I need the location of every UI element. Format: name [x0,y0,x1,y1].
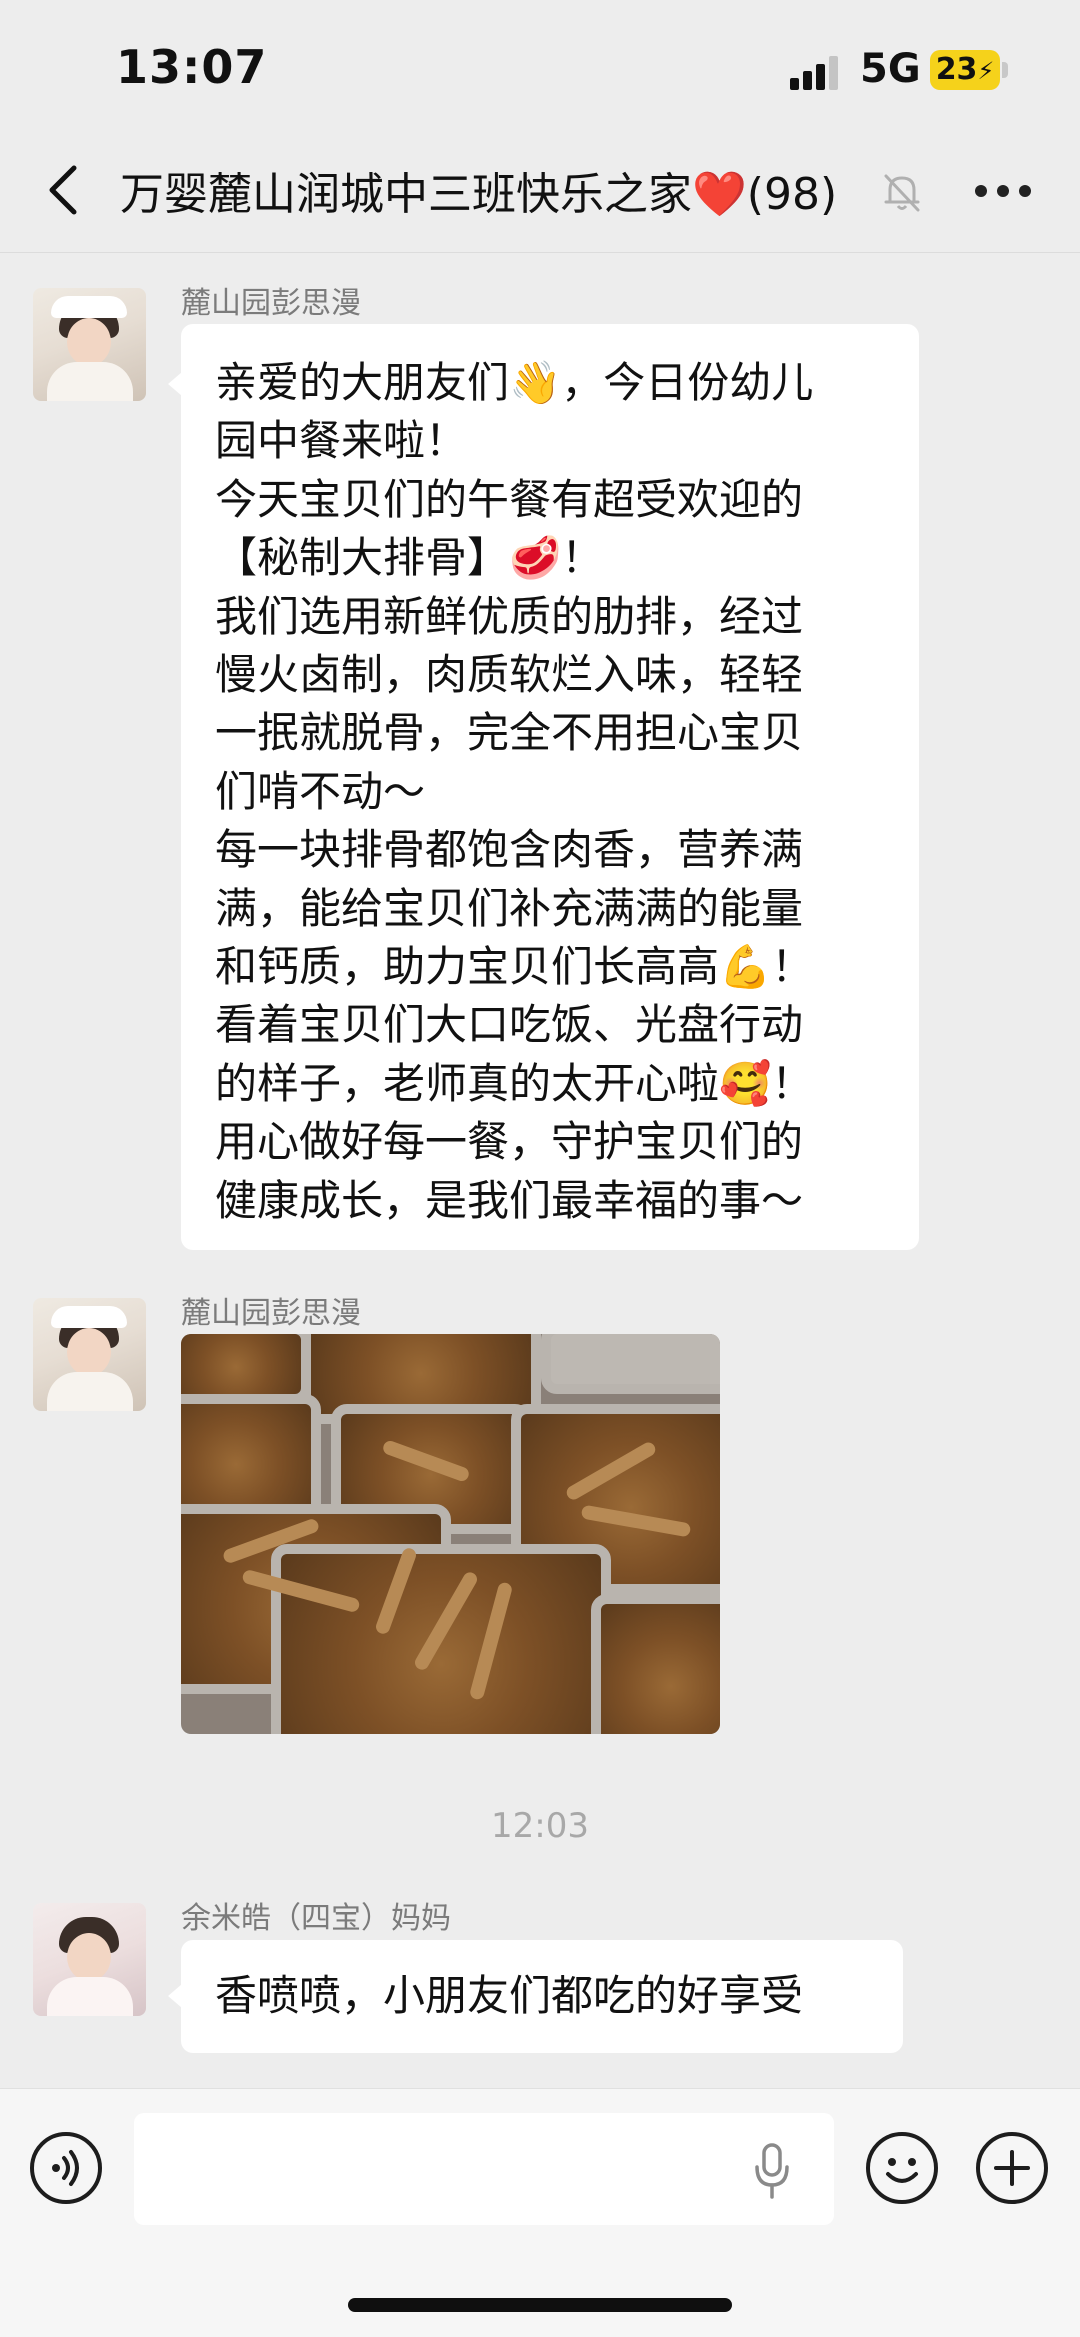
message-line: 看着宝贝们大口吃饭、光盘行动 [215,1000,804,1050]
message-line: 和钙质，助力宝贝们长高高💪！ [215,942,814,992]
message-line: 【秘制大排骨】🥩！ [215,533,604,583]
mic-icon[interactable] [752,2141,792,2201]
battery-level: 23⚡ [935,52,995,87]
nav-bar: 万婴麓山润城中三班快乐之家❤️(98) [0,130,1080,253]
bubble-tail [168,1984,182,2008]
signal-icon [790,56,842,90]
bubble-tail [168,372,182,396]
message-line: 们啃不动～ [215,766,426,816]
avatar[interactable] [33,1298,146,1411]
more-icon[interactable] [975,185,1031,199]
member-count: (98) [746,169,838,220]
chat-title-text: 万婴麓山润城中三班快乐之家 [120,169,692,220]
message-line: 亲爱的大朋友们👋，今日份幼儿 [215,358,814,407]
status-bar: 13:07 5G 23⚡ [0,0,1080,130]
back-icon[interactable] [40,160,90,220]
message-line: 的样子，老师真的太开心啦🥰！ [215,1058,814,1108]
sender-name: 余米皓（四宝）妈妈 [181,1901,451,1936]
message-line: 园中餐来啦！ [215,416,468,466]
message-bubble[interactable]: 香喷喷，小朋友们都吃的好享受 [181,1940,903,2053]
message-line: 今天宝贝们的午餐有超受欢迎的 [215,474,804,524]
emoji-icon[interactable] [866,2132,938,2204]
network-label: 5G [860,46,921,92]
battery-cap [1002,62,1008,78]
chat-screen: 13:07 5G 23⚡ 万婴麓山润城中三班快乐之家❤️(98) 麓山园彭思漫 … [0,0,1080,2337]
message-line: 一抿就脱骨，完全不用担心宝贝 [215,708,804,758]
message-line: 用心做好每一餐，守护宝贝们的 [215,1117,804,1167]
braised-ribs-photo[interactable] [181,1334,720,1734]
sender-name: 麓山园彭思漫 [181,1296,361,1331]
avatar[interactable] [33,1903,146,2016]
message-line: 健康成长，是我们最幸福的事～ [215,1175,804,1225]
message-line: 香喷喷，小朋友们都吃的好享受 [215,1971,804,2020]
chat-title[interactable]: 万婴麓山润城中三班快乐之家❤️(98) [120,158,837,222]
message-line: 慢火卤制，肉质软烂入味，轻轻 [215,650,804,700]
heart-emoji: ❤️ [692,169,747,220]
avatar[interactable] [33,288,146,401]
timestamp: 12:03 [491,1806,589,1846]
message-input[interactable] [134,2113,834,2225]
status-time: 13:07 [116,40,268,94]
plus-icon[interactable] [976,2132,1048,2204]
voice-icon[interactable] [30,2132,102,2204]
mute-bell-icon [884,174,920,212]
message-bubble[interactable]: 亲爱的大朋友们👋，今日份幼儿 园中餐来啦！ 今天宝贝们的午餐有超受欢迎的 【秘制… [181,324,919,1250]
message-line: 我们选用新鲜优质的肋排，经过 [215,591,804,641]
message-line: 满，能给宝贝们补充满满的能量 [215,883,804,933]
home-indicator [348,2298,732,2312]
message-line: 每一块排骨都饱含肉香，营养满 [215,825,804,875]
sender-name: 麓山园彭思漫 [181,286,361,321]
